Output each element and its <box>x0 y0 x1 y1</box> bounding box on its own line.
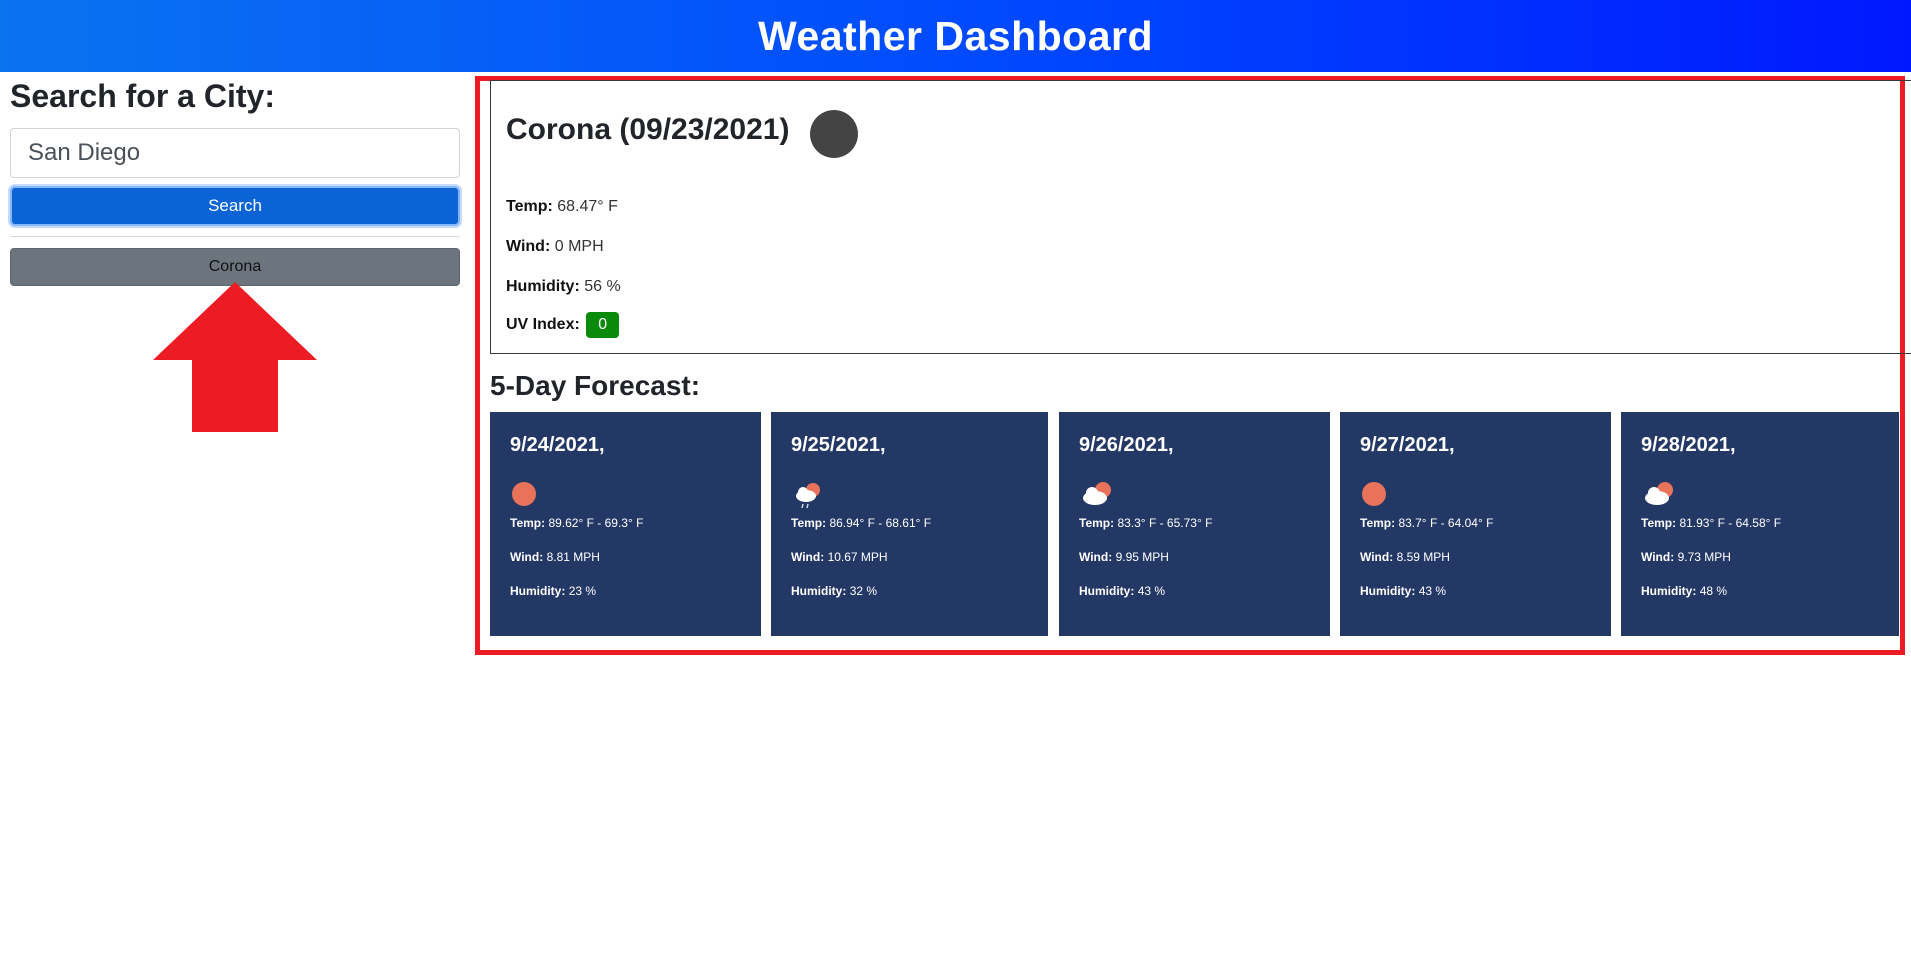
forecast-temp-value: 89.62° F - 69.3° F <box>548 516 644 530</box>
app-header: Weather Dashboard <box>0 0 1911 72</box>
cloud-sun-icon <box>1083 482 1111 505</box>
forecast-wind-value: 8.59 MPH <box>1396 550 1450 564</box>
forecast-temp-label: Temp: <box>1641 516 1677 530</box>
forecast-wind-value: 10.67 MPH <box>827 550 888 564</box>
forecast-humidity-value: 43 % <box>1137 584 1166 598</box>
forecast-card: 9/24/2021, Temp: 89.62° F - 69.3° F Wind… <box>490 412 761 636</box>
humidity-label: Humidity: <box>506 278 580 295</box>
forecast-card: 9/26/2021, Temp: 83.3° F - 65.73° F Wind… <box>1059 412 1330 636</box>
humidity-value: 56 % <box>584 278 621 295</box>
forecast-temp-label: Temp: <box>1360 516 1396 530</box>
annotation-arrow-icon <box>153 282 317 432</box>
forecast-wind: Wind: 10.67 MPH <box>791 550 888 564</box>
forecast-wind-value: 8.81 MPH <box>546 550 600 564</box>
forecast-date: 9/26/2021, <box>1079 434 1174 456</box>
forecast-wind: Wind: 8.81 MPH <box>510 550 600 564</box>
search-sidebar: Search for a City: Search Corona <box>10 72 460 286</box>
forecast-temp: Temp: 89.62° F - 69.3° F <box>510 516 643 530</box>
forecast-humidity-value: 48 % <box>1699 584 1728 598</box>
forecast-humidity: Humidity: 32 % <box>791 584 877 598</box>
forecast-wind-label: Wind: <box>510 550 544 564</box>
temp-value: 68.47° F <box>557 198 618 215</box>
forecast-temp: Temp: 86.94° F - 68.61° F <box>791 516 931 530</box>
forecast-wind: Wind: 8.59 MPH <box>1360 550 1450 564</box>
forecast-temp-value: 83.7° F - 64.04° F <box>1398 516 1494 530</box>
cloud-rain-sun-icon <box>796 483 820 509</box>
forecast-temp-label: Temp: <box>510 516 546 530</box>
wind-value: 0 MPH <box>554 238 604 255</box>
forecast-temp-label: Temp: <box>791 516 827 530</box>
forecast-humidity-label: Humidity: <box>1079 584 1135 598</box>
night-clear-icon <box>810 110 858 158</box>
wind-label: Wind: <box>506 238 551 255</box>
forecast-wind-value: 9.73 MPH <box>1677 550 1731 564</box>
forecast-humidity-label: Humidity: <box>510 584 566 598</box>
forecast-humidity: Humidity: 43 % <box>1360 584 1446 598</box>
search-heading: Search for a City: <box>10 78 275 114</box>
current-weather-panel: Corona (09/23/2021) Temp: 68.47° F Wind:… <box>490 80 1911 354</box>
forecast-temp-value: 86.94° F - 68.61° F <box>829 516 932 530</box>
forecast-card: 9/28/2021, Temp: 81.93° F - 64.58° F Win… <box>1621 412 1899 636</box>
history-city-button[interactable]: Corona <box>10 248 460 286</box>
forecast-wind-label: Wind: <box>1641 550 1675 564</box>
forecast-temp-label: Temp: <box>1079 516 1115 530</box>
forecast-date: 9/25/2021, <box>791 434 886 456</box>
sidebar-divider <box>10 236 460 237</box>
forecast-temp: Temp: 83.7° F - 64.04° F <box>1360 516 1493 530</box>
forecast-wind: Wind: 9.95 MPH <box>1079 550 1169 564</box>
forecast-temp-value: 83.3° F - 65.73° F <box>1117 516 1213 530</box>
forecast-humidity-label: Humidity: <box>1641 584 1697 598</box>
forecast-wind-label: Wind: <box>1079 550 1113 564</box>
cloud-sun-icon <box>1645 482 1673 505</box>
forecast-date: 9/27/2021, <box>1360 434 1455 456</box>
current-temp: Temp: 68.47° F <box>506 198 618 216</box>
forecast-temp: Temp: 81.93° F - 64.58° F <box>1641 516 1781 530</box>
forecast-humidity: Humidity: 48 % <box>1641 584 1727 598</box>
forecast-wind-value: 9.95 MPH <box>1115 550 1169 564</box>
forecast-date: 9/24/2021, <box>510 434 605 456</box>
search-button[interactable]: Search <box>10 186 460 226</box>
forecast-temp-value: 81.93° F - 64.58° F <box>1679 516 1782 530</box>
forecast-humidity-value: 32 % <box>849 584 878 598</box>
forecast-wind: Wind: 9.73 MPH <box>1641 550 1731 564</box>
temp-label: Temp: <box>506 198 553 215</box>
forecast-card: 9/27/2021, Temp: 83.7° F - 64.04° F Wind… <box>1340 412 1611 636</box>
current-uv: UV Index: 0 <box>506 312 620 338</box>
page-title: Weather Dashboard <box>757 12 1154 59</box>
forecast-wind-label: Wind: <box>1360 550 1394 564</box>
forecast-wind-label: Wind: <box>791 550 825 564</box>
forecast-humidity-value: 23 % <box>568 584 597 598</box>
forecast-humidity-label: Humidity: <box>1360 584 1416 598</box>
forecast-humidity: Humidity: 23 % <box>510 584 596 598</box>
uv-label: UV Index: <box>506 316 580 333</box>
forecast-humidity: Humidity: 43 % <box>1079 584 1165 598</box>
current-city-title: Corona (09/23/2021) <box>506 113 790 146</box>
forecast-heading: 5-Day Forecast: <box>490 370 701 401</box>
forecast-date: 9/28/2021, <box>1641 434 1736 456</box>
sun-icon <box>512 482 536 506</box>
uv-index-badge: 0 <box>586 312 620 338</box>
current-wind: Wind: 0 MPH <box>506 238 604 256</box>
forecast-humidity-label: Humidity: <box>791 584 847 598</box>
city-search-input[interactable] <box>10 128 460 178</box>
forecast-temp: Temp: 83.3° F - 65.73° F <box>1079 516 1212 530</box>
sun-icon <box>1362 482 1386 506</box>
forecast-humidity-value: 43 % <box>1418 584 1447 598</box>
current-humidity: Humidity: 56 % <box>506 278 621 296</box>
forecast-card: 9/25/2021, Temp: 86.94° F - 68.61° F Win… <box>771 412 1048 636</box>
